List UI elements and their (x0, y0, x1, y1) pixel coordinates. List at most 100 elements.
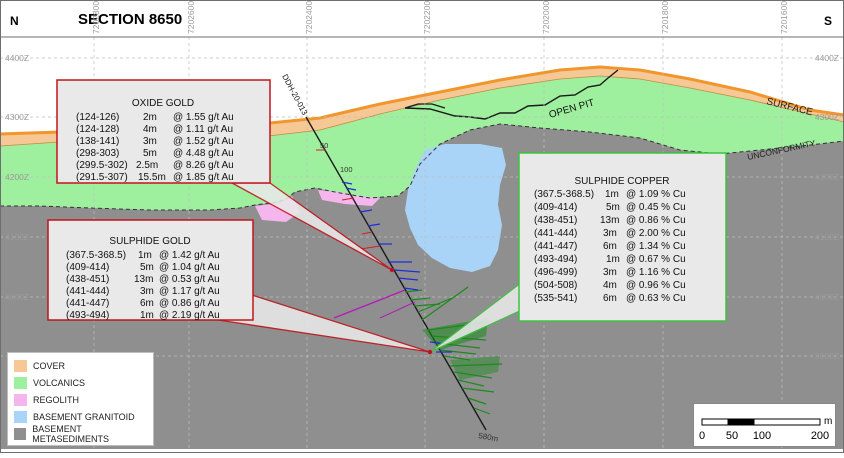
assay-interval: (441-447) (534, 241, 577, 252)
assay-grade: @ 1.17 g/t Au (159, 286, 220, 297)
north-label: N (10, 14, 19, 28)
assay-grade: @ 1.85 g/t Au (173, 172, 234, 183)
assay-grade: @ 1.16 % Cu (626, 267, 686, 278)
legend-item-volcanics: VOLCANICS (14, 376, 85, 389)
legend-label: BASEMENT METASEDIMENTS (32, 423, 110, 444)
assay-grade: @ 0.45 % Cu (626, 202, 686, 213)
assay-width: 2.5m (136, 160, 158, 171)
elevation-label: 4400Z (815, 53, 839, 63)
oxide-gold-marker (389, 267, 395, 273)
assay-grade: @ 1.04 g/t Au (159, 262, 220, 273)
assay-interval: (409-414) (534, 202, 577, 213)
sulphide-gold-marker (427, 349, 433, 355)
elevation-label: 4300Z (5, 112, 29, 122)
assay-grade: @ 1.34 % Cu (626, 241, 686, 252)
northing-label: 7201600Y (779, 0, 789, 34)
assay-interval: (409-414) (66, 262, 109, 273)
assay-interval: (299.5-302) (76, 160, 128, 171)
assay-width: 6m (140, 298, 154, 309)
assay-width: 3m (143, 136, 157, 147)
assay-interval: (367.5-368.5) (534, 189, 594, 200)
assay-width: 1m (140, 310, 154, 321)
assay-width: 2m (143, 112, 157, 123)
scale-segment (753, 418, 821, 426)
assay-interval: (504-508) (534, 280, 577, 291)
assay-width: 6m (603, 293, 617, 304)
south-label: S (824, 14, 832, 28)
assay-interval: (138-141) (76, 136, 119, 147)
sulphide-copper-title: SULPHIDE COPPER (574, 176, 669, 187)
assay-grade: @ 0.63 % Cu (626, 293, 686, 304)
elevation-label: 4000Z (815, 292, 839, 302)
elevation-label: 4200Z (815, 172, 839, 182)
assay-grade: @ 1.52 g/t Au (173, 136, 234, 147)
assay-interval: (124-128) (76, 124, 119, 135)
elevation-label: 4200Z (5, 172, 29, 182)
oxide-gold-title: OXIDE GOLD (132, 98, 194, 109)
assay-width: 1m (605, 189, 619, 200)
legend-swatch (14, 410, 27, 423)
legend-item-granitoid: BASEMENT GRANITOID (14, 410, 135, 423)
elevation-label: 3900Z (815, 351, 839, 361)
assay-width: 4m (603, 280, 617, 291)
scale-bar-graphic: m 0 50 100 200 (699, 416, 832, 442)
scale-tick-label: 0 (699, 430, 705, 442)
assay-grade: @ 4.48 g/t Au (173, 148, 234, 159)
assay-grade: @ 1.09 % Cu (626, 189, 686, 200)
assay-grade: @ 1.11 g/t Au (173, 124, 233, 135)
assay-interval: (493-494) (534, 254, 577, 265)
legend-swatch (14, 359, 27, 372)
elevation-label: 4400Z (5, 53, 29, 63)
sulphide-gold-title: SULPHIDE GOLD (109, 236, 190, 247)
northing-label: 7202800Y (91, 0, 101, 34)
assay-interval: (298-303) (76, 148, 119, 159)
assay-interval: (438-451) (66, 274, 109, 285)
legend-item-metasediments: BASEMENT METASEDIMENTS (14, 424, 153, 444)
scale-bar: m 0 50 100 200 (693, 403, 836, 447)
assay-grade: @ 2.00 % Cu (626, 228, 686, 239)
scale-tick-label: 100 (753, 430, 771, 442)
scale-tick-label: 50 (726, 430, 738, 442)
assay-interval: (124-126) (76, 112, 119, 123)
assay-width: 13m (134, 274, 153, 285)
assay-width: 1m (138, 250, 152, 261)
assay-grade: @ 0.86 % Cu (626, 215, 686, 226)
assay-interval: (291.5-307) (76, 172, 128, 183)
northing-label: 7202200Y (422, 0, 432, 34)
scale-segment (701, 418, 729, 426)
assay-interval: (367.5-368.5) (66, 250, 126, 261)
scale-tick-label: 200 (811, 430, 829, 442)
assay-width: 13m (600, 215, 619, 226)
legend-label: REGOLITH (33, 394, 80, 405)
elevation-label: 4000Z (5, 292, 29, 302)
elevation-label: 4100Z (5, 232, 29, 242)
assay-width: 3m (140, 286, 154, 297)
legend-item-cover: COVER (14, 359, 65, 372)
assay-width: 3m (603, 228, 617, 239)
assay-width: 5m (606, 202, 620, 213)
assay-width: 5m (143, 148, 157, 159)
assay-grade: @ 1.55 g/t Au (173, 112, 234, 123)
legend-label: COVER (33, 360, 66, 371)
assay-interval: (441-444) (534, 228, 577, 239)
depth-label: 50 (320, 141, 328, 150)
sulphide-gold-callout: SULPHIDE GOLD (367.5-368.5) 1m @ 1.42 g/… (47, 219, 254, 321)
assay-interval: (535-541) (534, 293, 577, 304)
assay-grade: @ 0.53 g/t Au (159, 274, 220, 285)
assay-interval: (438-451) (534, 215, 577, 226)
northing-label: 7202000Y (541, 0, 551, 34)
northing-label: 7201800Y (660, 0, 670, 34)
elevation-label: 4100Z (815, 232, 839, 242)
elevation-label: 4300Z (815, 112, 839, 122)
assay-width: 6m (603, 241, 617, 252)
legend-swatch (14, 427, 27, 440)
oxide-gold-callout: OXIDE GOLD (124-126) 2m @ 1.55 g/t Au (1… (56, 79, 271, 184)
assay-width: 4m (143, 124, 157, 135)
assay-interval: (441-444) (66, 286, 109, 297)
assay-grade: @ 0.96 % Cu (626, 280, 686, 291)
sulphide-copper-callout: SULPHIDE COPPER (367.5-368.5) 1m @ 1.09 … (518, 152, 727, 322)
legend-swatch (14, 376, 27, 389)
northing-label: 7202600Y (186, 0, 196, 34)
assay-interval: (441-447) (66, 298, 109, 309)
scale-unit: m (824, 416, 832, 427)
